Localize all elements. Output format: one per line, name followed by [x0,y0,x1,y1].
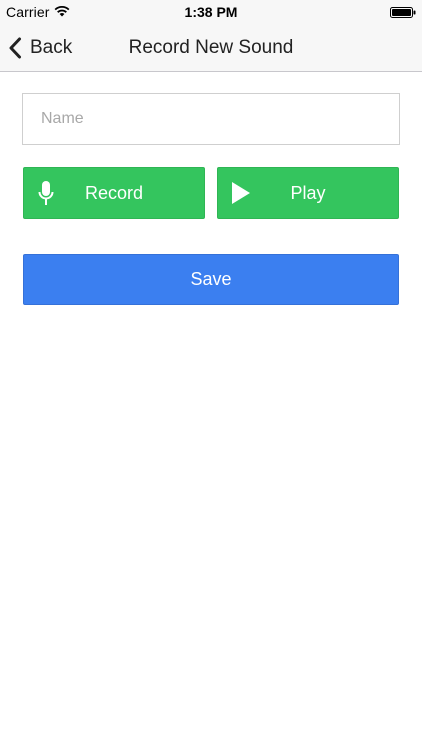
save-label: Save [190,269,232,289]
page-title: Record New Sound [128,37,294,58]
microphone-icon [38,181,54,205]
play-icon [232,182,250,204]
play-label: Play [290,182,326,203]
navigation-bar: Back Record New Sound [0,24,422,72]
status-bar: Carrier 1:38 PM [0,0,422,24]
name-input[interactable] [22,93,400,145]
status-time: 1:38 PM [184,4,238,20]
battery-icon [390,7,416,18]
record-label: Record [84,182,144,203]
save-button[interactable]: Save [23,254,399,305]
play-button[interactable]: Play [217,167,399,219]
record-button[interactable]: Record [23,167,205,219]
